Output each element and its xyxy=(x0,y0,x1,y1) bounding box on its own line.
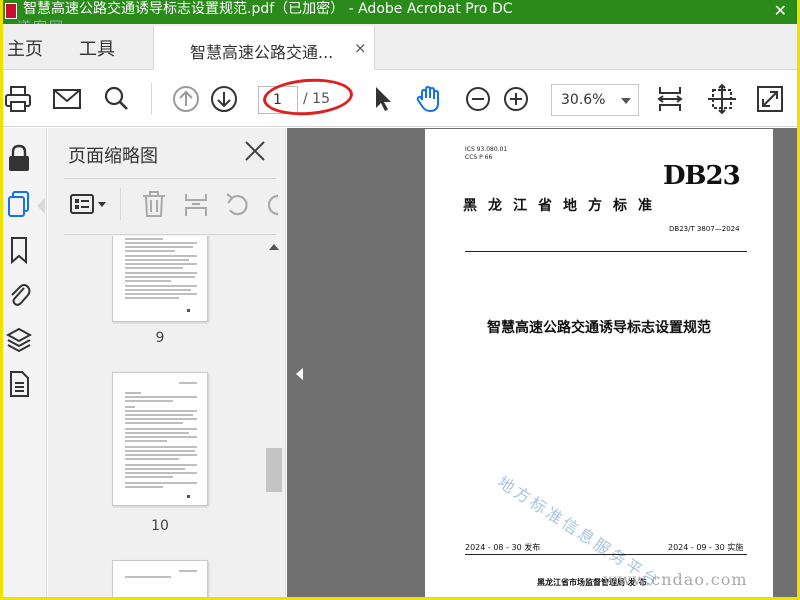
previous-page-icon[interactable] xyxy=(170,83,202,115)
panel-title: 页面缩略图 xyxy=(68,146,158,167)
acrobat-window: 智慧高速公路交通诱导标志设置规范.pdf（已加密） - Adobe Acroba… xyxy=(3,0,797,597)
tab-document[interactable]: 智慧高速公路交通... × xyxy=(153,26,375,70)
toolbar: 1 / 15 30.6% xyxy=(3,71,797,127)
delete-page-icon[interactable] xyxy=(140,190,168,218)
rotate-clockwise-icon[interactable] xyxy=(262,190,282,218)
site-watermark: www.cndao.com xyxy=(603,570,748,589)
thumbnail-scrollbar[interactable] xyxy=(265,242,283,597)
select-cursor-icon[interactable] xyxy=(365,83,397,115)
footer-rule xyxy=(465,554,747,555)
full-screen-icon[interactable] xyxy=(754,83,786,115)
attachment-icon[interactable] xyxy=(6,280,32,306)
tab-bar: 主页 工具 智慧高速公路交通... × xyxy=(3,24,797,70)
ccs-number: CCS P 66 xyxy=(465,154,493,161)
ics-number: ICS 93.080.01 xyxy=(465,146,508,153)
hand-tool-icon[interactable] xyxy=(413,83,445,115)
email-icon[interactable] xyxy=(52,83,84,115)
left-rail xyxy=(3,128,47,597)
thumbnail-options-icon[interactable] xyxy=(68,190,110,218)
print-icon[interactable] xyxy=(3,83,35,115)
document-page: ICS 93.080.01 CCS P 66 DB23 黑龙江省地方标准 DB2… xyxy=(425,129,773,597)
page-thumbnails-panel: 页面缩略图 9 10 xyxy=(48,128,286,597)
tab-tools[interactable]: 工具 xyxy=(79,35,115,61)
chevron-down-icon[interactable] xyxy=(621,98,631,104)
search-icon[interactable] xyxy=(101,83,133,115)
implement-date: 2024 - 09 - 30 实施 xyxy=(668,543,744,552)
db-logo: DB23 xyxy=(663,161,741,191)
header-rule xyxy=(465,251,747,252)
ics-code: ICS 93.080.01 CCS P 66 xyxy=(465,146,507,162)
close-icon[interactable] xyxy=(244,140,266,162)
page-fit-icon[interactable] xyxy=(654,83,686,115)
document-title: 智慧高速公路交通诱导标志设置规范 xyxy=(487,320,711,336)
window-title: 智慧高速公路交通诱导标志设置规范.pdf（已加密） - Adobe Acroba… xyxy=(23,1,513,17)
zoom-out-icon[interactable] xyxy=(462,83,494,115)
extract-page-icon[interactable] xyxy=(182,190,210,218)
lock-icon[interactable] xyxy=(6,144,32,171)
tab-home[interactable]: 主页 xyxy=(7,35,43,61)
standard-category: 黑龙江省地方标准 xyxy=(463,198,663,214)
thumbnail-page-11[interactable] xyxy=(112,560,208,597)
document-tab-close-button[interactable]: × xyxy=(354,39,367,57)
title-bar: 智慧高速公路交通诱导标志设置规范.pdf（已加密） - Adobe Acroba… xyxy=(3,0,797,24)
scroll-up-icon[interactable] xyxy=(269,244,279,250)
document-tab-label: 智慧高速公路交通... xyxy=(190,43,334,62)
bookmark-icon[interactable] xyxy=(6,236,32,264)
document-view: ICS 93.080.01 CCS P 66 DB23 黑龙江省地方标准 DB2… xyxy=(287,128,797,597)
next-page-icon[interactable] xyxy=(208,83,240,115)
document-properties-icon[interactable] xyxy=(6,370,32,397)
red-annotation-circle xyxy=(261,75,355,119)
rotate-view-icon[interactable] xyxy=(706,83,738,115)
layers-icon[interactable] xyxy=(6,326,32,353)
thumbnail-page-number: 10 xyxy=(151,518,169,534)
scrollbar-thumb[interactable] xyxy=(266,448,282,492)
collapse-panel-icon[interactable] xyxy=(296,368,303,380)
acrobat-app-icon xyxy=(5,3,17,19)
issue-date: 2024 - 08 - 30 发布 xyxy=(465,543,541,552)
zoom-in-icon[interactable] xyxy=(500,83,532,115)
rail-active-indicator xyxy=(37,198,45,214)
rotate-counterclockwise-icon[interactable] xyxy=(224,190,252,218)
thumbnail-page-10[interactable] xyxy=(112,372,208,506)
page-thumbnails-icon[interactable] xyxy=(6,190,32,217)
window-close-button[interactable]: ✕ xyxy=(774,0,787,22)
thumbnail-page-9[interactable] xyxy=(112,236,208,322)
standard-number: DB23/T 3807—2024 xyxy=(669,225,740,233)
thumbnail-list: 9 10 xyxy=(48,236,286,597)
thumbnail-page-number: 9 xyxy=(155,330,165,346)
